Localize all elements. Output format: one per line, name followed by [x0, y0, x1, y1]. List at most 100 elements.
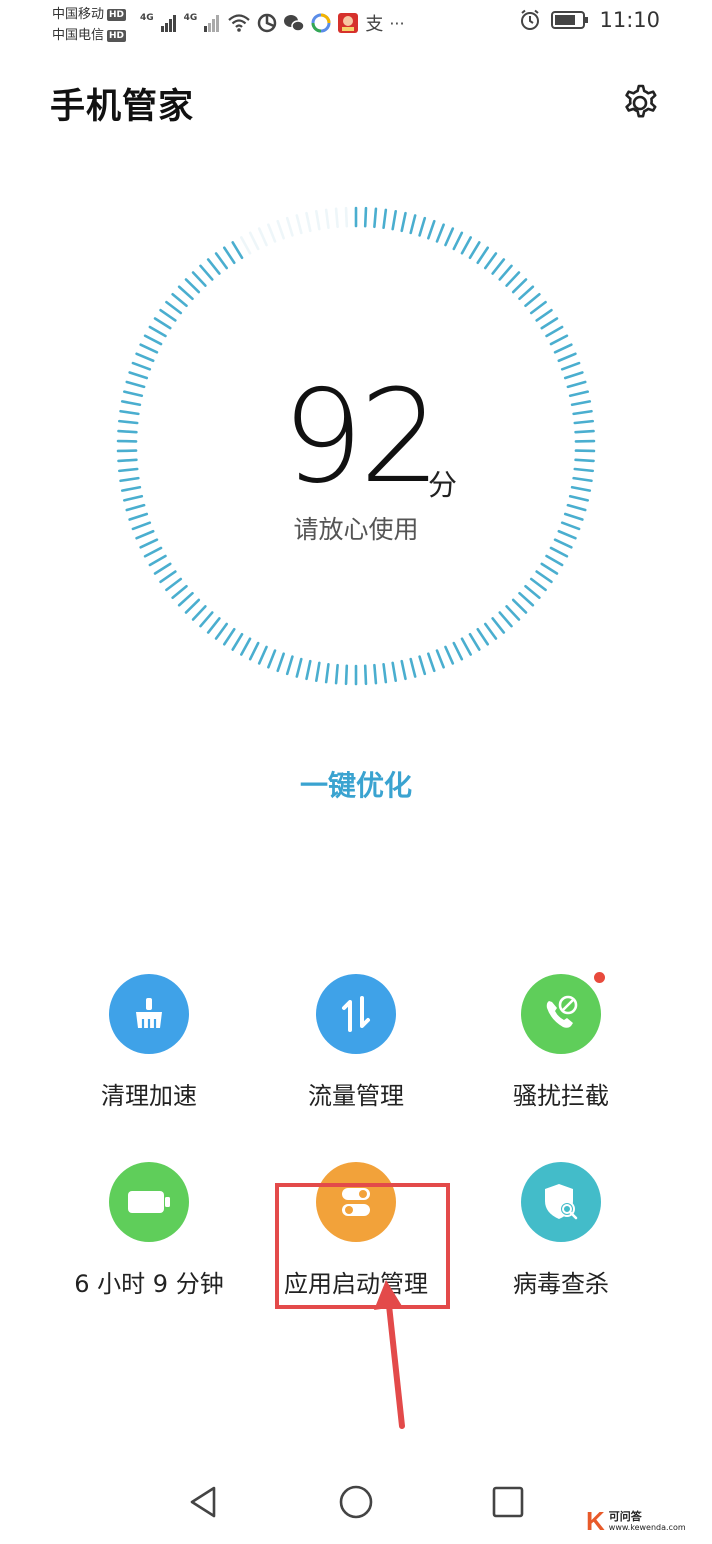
gauge-tick-filled [427, 219, 436, 240]
gauge-tick-filled [191, 605, 207, 621]
gauge-tick-filled [391, 210, 397, 231]
gauge-tick-filled [119, 409, 140, 416]
gauge-tick-filled [153, 562, 172, 575]
tool-harassment-block[interactable]: 骚扰拦截 [458, 972, 664, 1111]
gauge-tick-filled [572, 409, 593, 416]
gauge-tick-filled [285, 655, 294, 676]
tool-label: 骚扰拦截 [513, 1082, 609, 1110]
gauge-tick-filled [476, 246, 490, 265]
gauge-tick-filled [119, 476, 140, 483]
tool-cleanup[interactable]: 清理加速 [46, 974, 252, 1111]
gauge-tick-filled [418, 655, 427, 676]
gauge-tick-filled [518, 285, 535, 301]
gauge-tick-filled [373, 663, 378, 685]
shield-scan-icon [545, 1184, 578, 1220]
home-icon [339, 1485, 373, 1519]
tool-label: 流量管理 [308, 1082, 404, 1110]
carrier-info: 中国移动 HD 中国电信 HD [52, 4, 127, 46]
gauge-tick-filled [444, 227, 455, 247]
gauge-tick-filled [231, 632, 244, 651]
tool-icon-bg [521, 1162, 601, 1242]
gauge-tick-filled [460, 637, 472, 656]
gauge-tick-filled [468, 632, 481, 651]
gauge-tick-empty [305, 211, 312, 233]
tool-label: 6 小时 9 分钟 [74, 1270, 224, 1298]
recents-icon [492, 1486, 524, 1518]
gauge-tick-filled [334, 663, 339, 685]
gauge-tick-filled [529, 577, 547, 592]
gauge-tick-empty [295, 214, 303, 235]
gauge-tick-filled [148, 325, 167, 338]
gauge-tick-filled [344, 664, 349, 686]
gauge-tick-filled [295, 657, 303, 678]
gauge-tick-filled [553, 343, 573, 354]
settings-button[interactable] [619, 82, 661, 124]
gauge-tick-filled [535, 570, 553, 584]
gauge-tick-filled [505, 605, 521, 621]
tool-data-management[interactable]: 流量管理 [253, 974, 459, 1111]
gauge-tick-filled [540, 562, 559, 575]
gauge-tick-filled [382, 662, 388, 684]
carrier-2: 中国电信 [52, 28, 105, 43]
gauge-tick-filled [435, 223, 445, 243]
back-icon [190, 1486, 216, 1518]
gauge-tick-filled [148, 554, 167, 567]
shopping-app-icon [338, 13, 359, 33]
gauge-tick-filled [153, 317, 172, 330]
signal-icon [160, 15, 176, 32]
watermark-title: 可问答 [608, 1509, 642, 1523]
gauge-tick-filled [199, 264, 214, 281]
gauge-tick-empty [276, 219, 285, 240]
gauge-tick-filled [267, 649, 277, 669]
clock: 11:10 [599, 8, 660, 32]
gauge-tick-filled [498, 264, 513, 281]
wifi-icon [228, 14, 251, 32]
gauge-tick-filled [125, 380, 146, 389]
gauge-tick-filled [409, 214, 417, 235]
gauge-tick-filled [373, 207, 378, 229]
gauge-tick-filled [222, 627, 236, 646]
gauge-tick-filled [118, 419, 139, 425]
gauge-tick-filled [529, 300, 547, 315]
gauge-tick-filled [131, 361, 152, 371]
tool-label: 病毒查杀 [513, 1270, 609, 1298]
gauge-tick-filled [549, 546, 569, 558]
gauge-tick-filled [177, 591, 194, 607]
gauge-tick-filled [214, 252, 228, 270]
gauge-tick-filled [159, 308, 177, 322]
recents-button[interactable] [488, 1482, 528, 1522]
home-button[interactable] [336, 1482, 376, 1522]
gauge-tick-filled [573, 419, 594, 425]
gauge-tick-filled [518, 591, 535, 607]
gauge-tick-filled [363, 206, 368, 228]
gauge-tick-filled [572, 476, 593, 483]
gauge-tick-filled [409, 657, 417, 678]
alipay-icon: 支 [365, 14, 384, 35]
gauge-tick-filled [568, 494, 590, 502]
watermark: K 可问答 www.kewenda.com [586, 1506, 686, 1537]
battery-icon [128, 1191, 170, 1213]
optimize-button[interactable]: 一键优化 [0, 764, 712, 804]
annotation-arrow [374, 1280, 405, 1429]
gauge-tick-filled [240, 637, 252, 656]
gauge-tick-filled [315, 661, 321, 682]
score-value: 92 [282, 363, 441, 512]
gauge-tick-filled [484, 252, 498, 270]
gauge-tick-filled [165, 577, 183, 592]
gauge-tick-filled [120, 400, 142, 407]
signal-icon [204, 15, 220, 32]
gauge-tick-filled [120, 485, 142, 492]
gauge-tick-filled [159, 570, 177, 584]
hd-badge: HD [107, 30, 127, 42]
tool-battery[interactable]: 6 小时 9 分钟 [46, 1162, 252, 1299]
notification-dot [594, 972, 605, 983]
broom-icon [136, 998, 162, 1028]
tool-icon-bg [109, 974, 189, 1054]
gauge-tick-filled [400, 659, 407, 681]
gauge-tick-filled [118, 467, 139, 473]
gauge-tick-filled [468, 241, 481, 260]
gauge-tick-filled [560, 361, 581, 371]
back-button[interactable] [184, 1482, 224, 1522]
tool-virus-scan[interactable]: 病毒查杀 [458, 1162, 664, 1299]
gauge-tick-filled [444, 645, 455, 665]
